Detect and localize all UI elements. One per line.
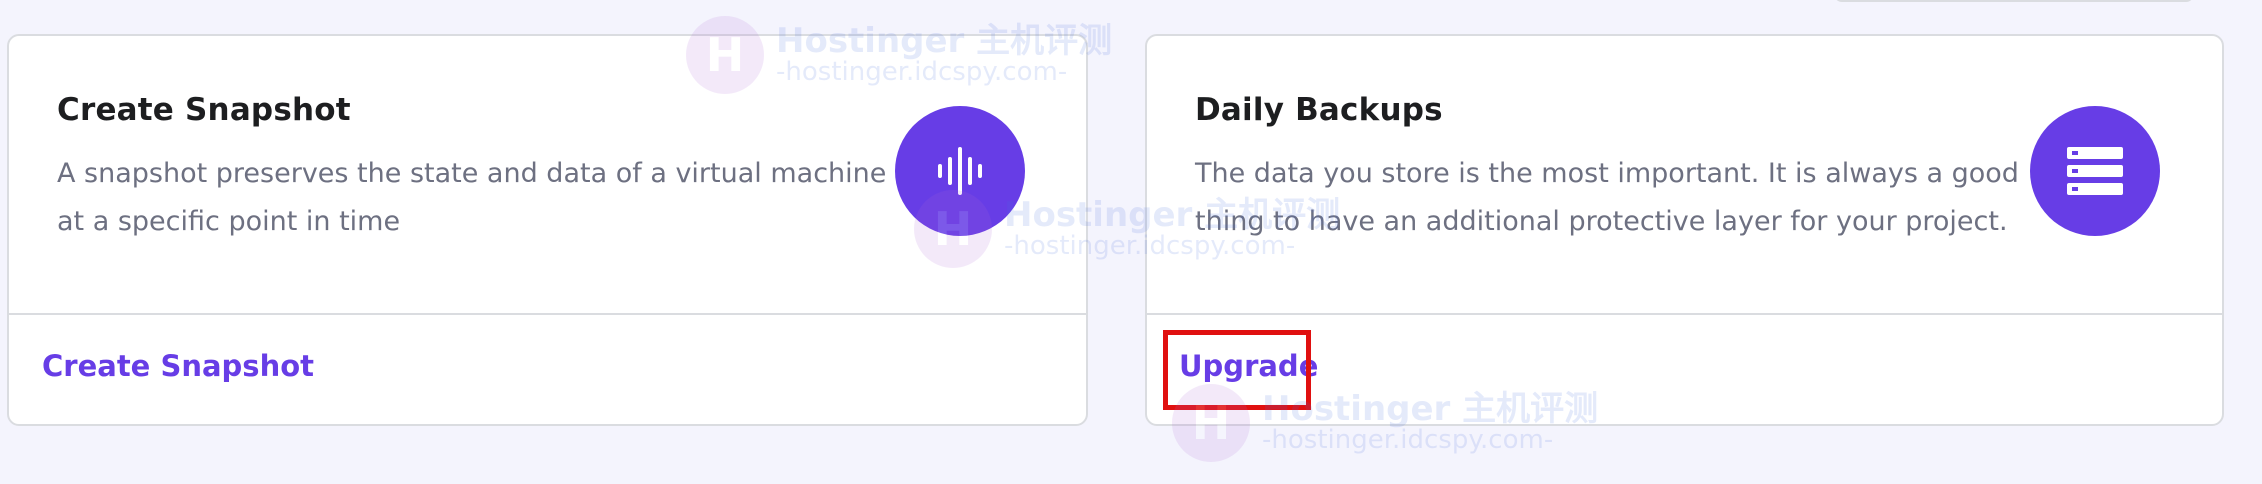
page: Create Snapshot A snapshot preserves the… bbox=[0, 0, 2262, 484]
card-body: Create Snapshot A snapshot preserves the… bbox=[9, 36, 1086, 313]
card-footer: Create Snapshot bbox=[9, 315, 1086, 424]
card-description: The data you store is the most important… bbox=[1195, 158, 2019, 237]
card-body: Daily Backups The data you store is the … bbox=[1147, 36, 2222, 313]
upgrade-link[interactable]: Upgrade bbox=[1179, 349, 1318, 383]
create-snapshot-link[interactable]: Create Snapshot bbox=[42, 349, 314, 383]
card-footer: Upgrade bbox=[1147, 315, 2222, 424]
watermark-sub: -hostinger.idcspy.com- bbox=[1262, 425, 1554, 456]
daily-backups-card: Daily Backups The data you store is the … bbox=[1145, 34, 2224, 426]
create-snapshot-card: Create Snapshot A snapshot preserves the… bbox=[7, 34, 1088, 426]
card-description: A snapshot preserves the state and data … bbox=[57, 158, 887, 237]
top-dropdown-edge[interactable] bbox=[1834, 0, 2194, 2]
server-stack-icon bbox=[2030, 106, 2160, 236]
waveform-icon bbox=[895, 106, 1025, 236]
